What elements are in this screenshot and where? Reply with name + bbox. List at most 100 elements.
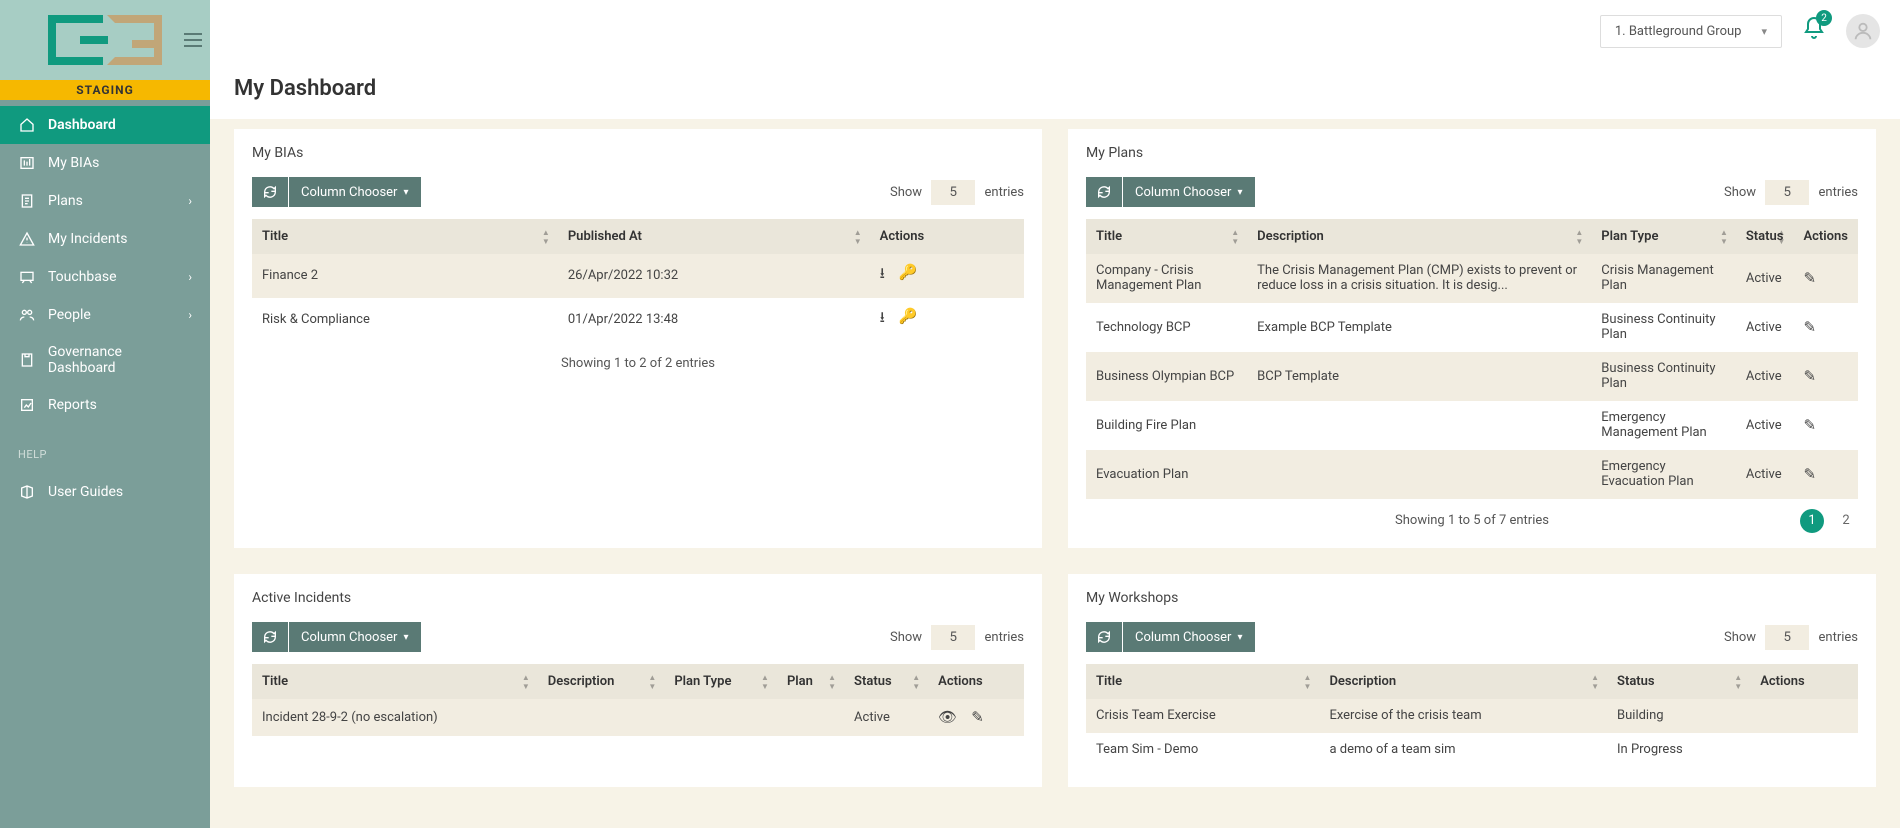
column-header[interactable]: Actions	[928, 664, 1024, 699]
sidebar-item-dashboard[interactable]: Dashboard	[0, 106, 210, 144]
column-header[interactable]: Status▲▼	[1607, 664, 1750, 699]
refresh-button[interactable]	[252, 177, 288, 207]
main: 1. Battleground Group ▾ 2 My Dashboard M…	[210, 0, 1900, 828]
cell-status: Active	[1736, 401, 1794, 450]
sort-icon[interactable]: ▲▼	[761, 673, 769, 691]
cell-plan-type: Emergency Management Plan	[1591, 401, 1736, 450]
page-link[interactable]: 2	[1834, 509, 1858, 533]
edit-icon[interactable]: ✎	[1803, 416, 1816, 434]
view-icon[interactable]: 👁	[938, 708, 957, 726]
column-header[interactable]: Description▲▼	[1247, 219, 1591, 254]
edit-icon[interactable]: ✎	[1803, 465, 1816, 483]
edit-icon[interactable]: ✎	[1803, 367, 1816, 385]
sidebar-item-my-incidents[interactable]: My Incidents	[0, 220, 210, 258]
column-header[interactable]: Title▲▼	[1086, 219, 1247, 254]
column-header[interactable]: Title▲▼	[252, 664, 538, 699]
sidebar-item-people[interactable]: People›	[0, 296, 210, 334]
column-chooser-button[interactable]: Column Chooser ▾	[289, 622, 421, 652]
cell-published: 01/Apr/2022 13:48	[558, 298, 870, 342]
sidebar-item-plans[interactable]: Plans›	[0, 182, 210, 220]
entries-control: Show entries	[1724, 180, 1858, 205]
column-header[interactable]: Plan Type▲▼	[1591, 219, 1736, 254]
table-row: Incident 28-9-2 (no escalation)Active👁✎	[252, 699, 1024, 736]
sort-icon[interactable]: ▲▼	[828, 673, 836, 691]
cell-title: Technology BCP	[1086, 303, 1247, 352]
column-header[interactable]: Plan Type▲▼	[664, 664, 777, 699]
refresh-button[interactable]	[252, 622, 288, 652]
page-size-input[interactable]	[1765, 180, 1809, 205]
page-size-input[interactable]	[1765, 625, 1809, 650]
table-row: Building Fire Plan Emergency Management P…	[1086, 401, 1858, 450]
column-header[interactable]: Status▲▼	[844, 664, 928, 699]
key-icon[interactable]: 🔑	[899, 307, 918, 332]
sidebar-item-reports[interactable]: Reports	[0, 386, 210, 424]
sort-icon[interactable]: ▲▼	[648, 673, 656, 691]
key-icon[interactable]: 🔑	[899, 263, 918, 288]
column-header[interactable]: Actions	[1750, 664, 1858, 699]
cell-title: Incident 28-9-2 (no escalation)	[252, 699, 538, 736]
cell-title: Crisis Team Exercise	[1086, 699, 1319, 733]
chevron-down-icon: ▾	[403, 187, 408, 198]
column-chooser-button[interactable]: Column Chooser ▾	[1123, 177, 1255, 207]
column-header[interactable]: Title▲▼	[252, 219, 558, 254]
cell-title: Building Fire Plan	[1086, 401, 1247, 450]
notifications-button[interactable]: 2	[1802, 16, 1826, 46]
column-header[interactable]: Actions	[1793, 219, 1858, 254]
sort-icon[interactable]: ▲▼	[854, 228, 862, 246]
sidebar-item-user-guides[interactable]: User Guides	[0, 473, 210, 511]
sidebar-item-governance-dashboard[interactable]: Governance Dashboard	[0, 334, 210, 386]
column-chooser-button[interactable]: Column Chooser ▾	[1123, 622, 1255, 652]
page-size-input[interactable]	[931, 180, 975, 205]
logo-g-icon	[107, 15, 162, 65]
cell-description: Exercise of the crisis team	[1319, 699, 1607, 733]
table-row: Business Olympian BCPBCP TemplateBusines…	[1086, 352, 1858, 401]
cell-status: In Progress	[1607, 733, 1750, 767]
menu-toggle-icon[interactable]	[184, 33, 202, 47]
cell-description: BCP Template	[1247, 352, 1591, 401]
column-header[interactable]: Title▲▼	[1086, 664, 1319, 699]
incidents-table: Title▲▼Description▲▼Plan Type▲▼Plan▲▼Sta…	[252, 664, 1024, 736]
workshops-table: Title▲▼Description▲▼Status▲▼Actions Cris…	[1086, 664, 1858, 767]
sidebar-item-my-bias[interactable]: My BIAs	[0, 144, 210, 182]
refresh-button[interactable]	[1086, 622, 1122, 652]
cell-plan-type: Emergency Evacuation Plan	[1591, 450, 1736, 499]
account-dropdown[interactable]: 1. Battleground Group ▾	[1600, 15, 1782, 48]
sort-icon[interactable]: ▲▼	[1575, 228, 1583, 246]
sort-icon[interactable]: ▲▼	[1778, 228, 1786, 246]
my-bias-panel: My BIAs Column Chooser ▾ Show entries Ti…	[234, 129, 1042, 548]
download-icon[interactable]: ⭳	[880, 307, 885, 332]
column-header[interactable]: Published At▲▼	[558, 219, 870, 254]
sort-icon[interactable]: ▲▼	[1720, 228, 1728, 246]
sort-icon[interactable]: ▲▼	[1304, 673, 1312, 691]
sidebar-item-touchbase[interactable]: Touchbase›	[0, 258, 210, 296]
sort-icon[interactable]: ▲▼	[912, 673, 920, 691]
column-header[interactable]: Plan▲▼	[777, 664, 844, 699]
column-header[interactable]: Actions	[870, 219, 1024, 254]
column-header[interactable]: Status▲▼	[1736, 219, 1794, 254]
avatar[interactable]	[1846, 14, 1880, 48]
chevron-down-icon: ▾	[403, 632, 408, 643]
sort-icon[interactable]: ▲▼	[1591, 673, 1599, 691]
sort-icon[interactable]: ▲▼	[522, 673, 530, 691]
entries-control: Show entries	[890, 625, 1024, 650]
sidebar-item-label: User Guides	[48, 484, 123, 500]
sort-icon[interactable]: ▲▼	[542, 228, 550, 246]
column-chooser-button[interactable]: Column Chooser ▾	[289, 177, 421, 207]
column-header[interactable]: Description▲▼	[538, 664, 665, 699]
column-header[interactable]: Description▲▼	[1319, 664, 1607, 699]
chevron-down-icon: ▾	[1761, 25, 1767, 38]
my-plans-panel: My Plans Column Chooser ▾ Show entries T…	[1068, 129, 1876, 548]
sidebar-item-label: Governance Dashboard	[48, 344, 192, 376]
edit-icon[interactable]: ✎	[1803, 318, 1816, 336]
cell-plan-type: Business Continuity Plan	[1591, 352, 1736, 401]
refresh-button[interactable]	[1086, 177, 1122, 207]
download-icon[interactable]: ⭳	[880, 263, 885, 288]
sort-icon[interactable]: ▲▼	[1231, 228, 1239, 246]
page-size-input[interactable]	[931, 625, 975, 650]
table-row: Team Sim - Demoa demo of a team simIn Pr…	[1086, 733, 1858, 767]
help-label: HELP	[0, 430, 210, 467]
edit-icon[interactable]: ✎	[971, 708, 984, 726]
sort-icon[interactable]: ▲▼	[1734, 673, 1742, 691]
page-link[interactable]: 1	[1800, 509, 1824, 533]
edit-icon[interactable]: ✎	[1803, 269, 1816, 287]
